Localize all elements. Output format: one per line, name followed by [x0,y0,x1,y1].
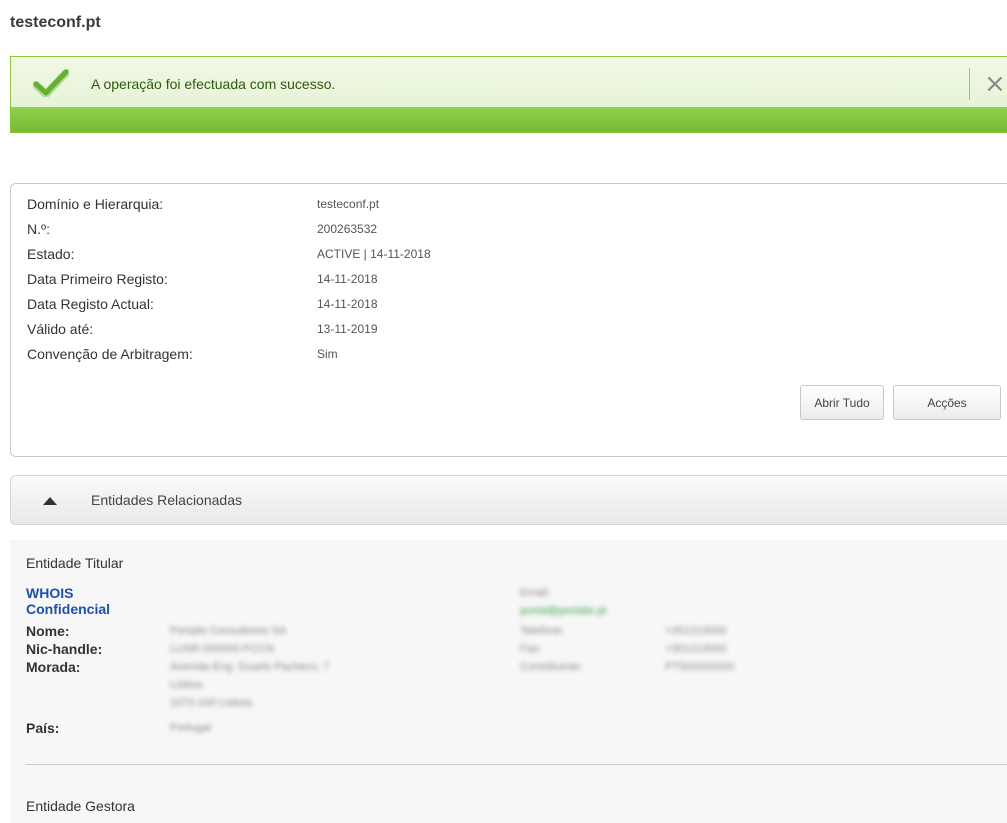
blurred-name: Portalis Consultores SA [170,625,287,637]
whois-confidential-link[interactable]: WHOIS Confidencial [26,585,110,617]
close-icon[interactable]: × [984,70,1007,98]
blurred-email-label: Email: [520,587,551,599]
name-label: Nome: [26,623,70,639]
address-label: Morada: [26,659,81,675]
info-value: testeconf.pt [317,197,380,211]
whois-line: Confidencial [26,601,111,617]
blurred-fax: +351213000 [665,643,727,655]
info-label: Válido até: [27,321,94,337]
checkmark-icon [33,69,69,97]
open-all-button[interactable]: Abrir Tudo [800,385,884,420]
info-label: Data Primeiro Registo: [27,271,168,287]
nic-handle-label: Nic-handle: [26,641,103,657]
holder-entity-title: Entidade Titular [26,555,124,571]
blurred-country: Portugal [170,722,211,734]
success-message: A operação foi efectuada com sucesso. [91,76,336,92]
info-row-valid-until: Válido até: 13-11-2019 [27,321,927,341]
country-label: País: [26,720,60,736]
info-row-domain: Domínio e Hierarquia: testeconf.pt [27,196,927,216]
actions-button[interactable]: Acções [893,385,1001,420]
info-value: 14-11-2018 [317,272,378,286]
success-banner: A operação foi efectuada com sucesso. × [10,56,1007,133]
section-divider [26,764,1007,765]
blurred-address: 1070-100 Lisboa [170,697,252,709]
whois-line: WHOIS [26,585,74,601]
info-label: Data Registo Actual: [27,296,154,312]
related-entities-body: Entidade Titular WHOIS Confidencial Nome… [10,540,1007,823]
info-row-first-registration: Data Primeiro Registo: 14-11-2018 [27,271,927,291]
info-value: ACTIVE | 14-11-2018 [317,247,431,261]
banner-divider [969,68,970,100]
blurred-phone: +351213000 [665,625,727,637]
info-label: Domínio e Hierarquia: [27,196,164,212]
blurred-address: Avenida Eng. Duarte Pacheco, 7 [170,661,330,673]
related-entities-header[interactable]: Entidades Relacionadas [10,475,1007,525]
site-title: testeconf.pt [10,14,101,31]
manager-entity-title: Entidade Gestora [26,798,135,814]
info-value: Sim [317,347,338,361]
blurred-fax-label: Fax: [520,643,542,655]
info-value: 13-11-2019 [317,322,378,336]
info-row-arbitration: Convenção de Arbitragem: Sim [27,346,927,366]
blurred-nic-handle: LUSR-000000-FCCN [170,643,274,655]
blurred-address: Lisboa [170,679,203,691]
info-label: Convenção de Arbitragem: [27,346,193,362]
blurred-vat: PT500000000 [665,661,735,673]
info-row-number: N.º: 200263532 [27,221,927,241]
info-value: 200263532 [317,222,378,236]
triangle-up-icon [43,497,57,505]
info-label: Estado: [27,246,75,262]
section-title: Entidades Relacionadas [91,492,242,508]
info-value: 14-11-2018 [317,297,378,311]
info-row-status: Estado: ACTIVE | 14-11-2018 [27,246,927,266]
domain-info-panel: Domínio e Hierarquia: testeconf.pt N.º: … [10,183,1007,457]
blurred-email: portal@portalis.pt [520,605,607,617]
info-row-current-registration: Data Registo Actual: 14-11-2018 [27,296,927,316]
banner-footer-bar [11,107,1007,132]
blurred-vat-label: Contribuinte: [520,661,583,673]
info-label: N.º: [27,221,51,237]
blurred-phone-label: Telefone: [520,625,565,637]
